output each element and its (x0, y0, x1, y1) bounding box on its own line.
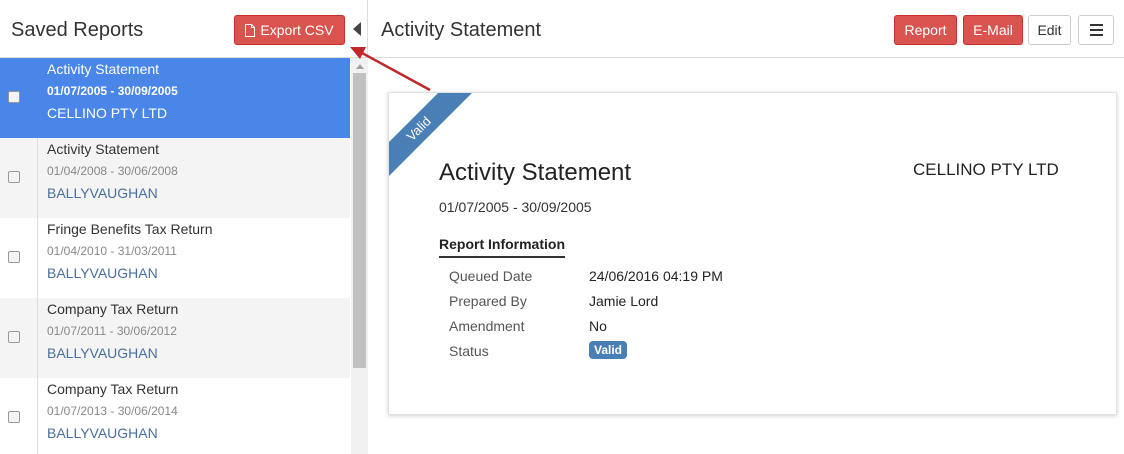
export-csv-label: Export CSV (260, 22, 334, 38)
status-badge: Valid (589, 341, 628, 359)
caret-left-icon (353, 22, 361, 36)
status-label: Status (449, 343, 489, 359)
report-detail-title: Activity Statement (381, 19, 542, 41)
report-preview-card: Valid Activity Statement CELLINO PTY LTD… (388, 92, 1117, 415)
edit-button[interactable]: Edit (1028, 15, 1071, 45)
hamburger-icon-bar (1089, 34, 1103, 36)
report-list-item[interactable]: Activity Statement 01/07/2005 - 30/09/20… (0, 58, 350, 138)
report-detail-header: Activity Statement Report E-Mail Edit (369, 0, 1124, 58)
report-list-item[interactable]: Fringe Benefits Tax Return 01/04/2010 - … (0, 218, 350, 298)
report-entity: BALLYVAUGHAN (47, 185, 158, 201)
queued-date-value: 24/06/2016 04:19 PM (589, 268, 723, 284)
report-checkbox[interactable] (8, 251, 20, 263)
saved-reports-pane: Saved Reports Export CSV Activity Statem… (0, 0, 368, 454)
checkbox-cell (0, 138, 38, 218)
scroll-up-arrow-icon[interactable] (356, 64, 364, 69)
checkbox-cell (0, 218, 38, 298)
report-button[interactable]: Report (894, 15, 957, 45)
report-checkbox[interactable] (8, 91, 20, 103)
email-button[interactable]: E-Mail (963, 15, 1023, 45)
card-period: 01/07/2005 - 30/09/2005 (439, 199, 592, 215)
report-list-scrollbar[interactable] (351, 58, 368, 454)
card-title: Activity Statement (439, 159, 632, 186)
report-period: 01/07/2013 - 30/06/2014 (47, 404, 178, 418)
report-period: 01/07/2011 - 30/06/2012 (47, 324, 177, 338)
amendment-value: No (589, 318, 607, 334)
report-list: Activity Statement 01/07/2005 - 30/09/20… (0, 58, 350, 454)
report-entity: BALLYVAUGHAN (47, 345, 158, 361)
report-period: 01/07/2005 - 30/09/2005 (47, 84, 178, 98)
amendment-label: Amendment (449, 318, 525, 334)
saved-reports-header: Saved Reports Export CSV (0, 0, 368, 58)
hamburger-icon (1089, 24, 1103, 26)
queued-date-label: Queued Date (449, 268, 533, 284)
hamburger-icon-bar (1089, 29, 1103, 31)
report-list-item[interactable]: Company Tax Return 01/07/2013 - 30/06/20… (0, 378, 350, 454)
report-list-item[interactable]: Company Tax Return 01/07/2011 - 30/06/20… (0, 298, 350, 378)
report-checkbox[interactable] (8, 171, 20, 183)
report-checkbox[interactable] (8, 411, 20, 423)
card-entity: CELLINO PTY LTD (913, 160, 1059, 179)
prepared-by-value: Jamie Lord (589, 293, 659, 309)
report-list-item[interactable]: Activity Statement 01/04/2008 - 30/06/20… (0, 138, 350, 218)
checkbox-cell (0, 58, 38, 138)
report-name: Fringe Benefits Tax Return (47, 221, 213, 237)
report-entity: CELLINO PTY LTD (47, 105, 168, 121)
collapse-pane-button[interactable] (350, 19, 364, 39)
report-name: Activity Statement (47, 141, 160, 157)
report-entity: BALLYVAUGHAN (47, 265, 158, 281)
report-entity: BALLYVAUGHAN (47, 425, 158, 441)
report-information-heading: Report Information (439, 236, 565, 258)
export-csv-button[interactable]: Export CSV (234, 15, 345, 45)
report-name: Company Tax Return (47, 301, 179, 317)
checkbox-cell (0, 378, 38, 454)
app-window: Saved Reports Export CSV Activity Statem… (0, 0, 1124, 454)
report-period: 01/04/2010 - 31/03/2011 (47, 244, 177, 258)
menu-button[interactable] (1078, 15, 1114, 45)
prepared-by-label: Prepared By (449, 293, 527, 309)
checkbox-cell (0, 298, 38, 378)
scrollbar-thumb[interactable] (353, 73, 366, 368)
report-name: Company Tax Return (47, 381, 179, 397)
file-icon (245, 23, 256, 37)
saved-reports-title: Saved Reports (11, 19, 144, 41)
report-period: 01/04/2008 - 30/06/2008 (47, 164, 178, 178)
report-name: Activity Statement (47, 61, 160, 77)
report-checkbox[interactable] (8, 331, 20, 343)
